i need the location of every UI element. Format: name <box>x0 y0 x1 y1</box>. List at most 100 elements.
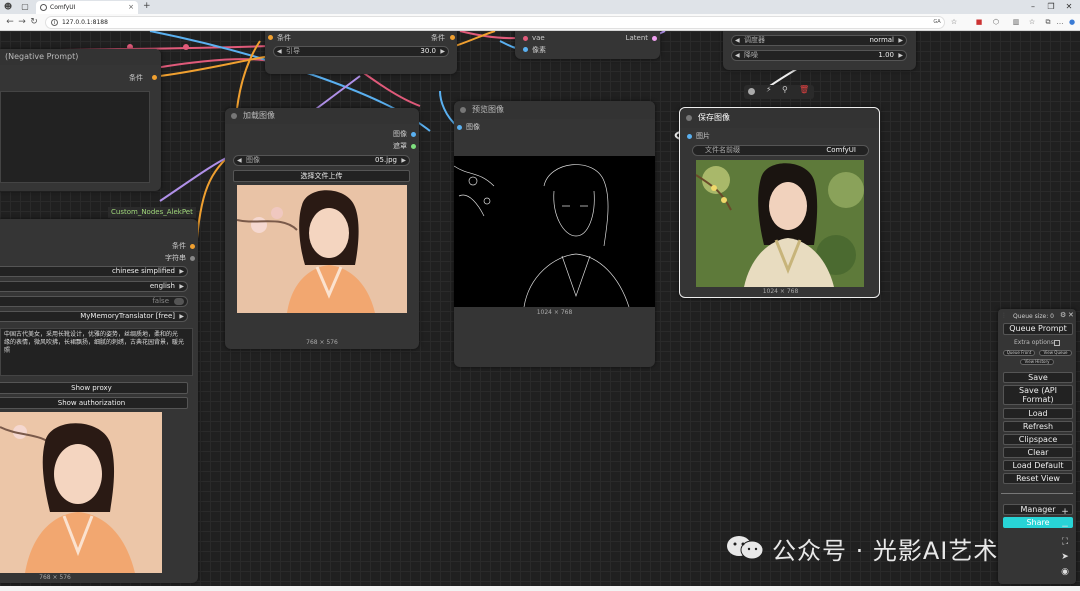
close-window-icon[interactable]: ✕ <box>1064 2 1074 11</box>
select-mode-icon[interactable]: ➤ <box>1058 550 1072 564</box>
guidance-widget[interactable]: ◀ 引导 30.0 ▶ <box>273 46 449 57</box>
save-image-node[interactable]: 保存图像 图片 文件名前缀 ComfyUI 1024 × 768 <box>679 107 880 298</box>
save-api-format-button[interactable]: Save (API Format) <box>1003 385 1073 405</box>
from-language-next-icon[interactable]: ▶ <box>179 267 184 276</box>
save-image-in-slot[interactable] <box>687 134 692 139</box>
load-default-button[interactable]: Load Default <box>1003 460 1073 471</box>
denoise-increment-icon[interactable]: ▶ <box>898 51 903 60</box>
queue-prompt-button[interactable]: Queue Prompt <box>1003 323 1073 335</box>
to-language-select[interactable]: english ▶ <box>0 281 188 292</box>
minimize-icon[interactable]: – <box>1028 2 1038 11</box>
back-icon[interactable]: ← <box>5 17 15 27</box>
toggle-widget[interactable]: false <box>0 296 188 307</box>
vae-input-slot[interactable] <box>523 36 528 41</box>
flux-guidance-output-slot[interactable] <box>450 35 455 40</box>
load-image-node[interactable]: 加载图像 图像 遮罩 ◀ 图像 05.jpg ▶ 选择文件上传 768 × 57… <box>225 108 419 349</box>
negative-prompt-textarea[interactable] <box>0 91 150 183</box>
tab-actions-icon[interactable]: ▢ <box>20 2 30 12</box>
preview-image-in-slot[interactable] <box>457 125 462 130</box>
vae-decode-node[interactable]: vae 像素 Latent <box>515 31 660 59</box>
negative-prompt-output-slot[interactable] <box>152 75 157 80</box>
more-menu-icon[interactable]: … <box>1055 17 1065 27</box>
guidance-increment-icon[interactable]: ▶ <box>440 47 445 56</box>
extension-icon[interactable]: ■ <box>974 17 984 27</box>
image-prev-icon[interactable]: ◀ <box>237 156 242 165</box>
translator-node[interactable]: 条件 字符串 chinese simplified ▶ english ▶ fa… <box>0 219 198 583</box>
fit-view-icon[interactable]: ⛶ <box>1058 535 1072 549</box>
negative-prompt-header[interactable]: (Negative Prompt) <box>0 49 161 65</box>
filename-prefix-widget[interactable]: 文件名前缀 ComfyUI <box>692 145 869 156</box>
view-queue-button[interactable]: View Queue <box>1039 350 1072 356</box>
favorites-icon[interactable]: ☆ <box>1027 17 1037 27</box>
tab-close-icon[interactable]: × <box>128 1 134 14</box>
maximize-icon[interactable]: ❐ <box>1046 2 1056 11</box>
workflow-canvas[interactable]: (Negative Prompt) 条件 条件 条件 ◀ 引导 30.0 ▶ v… <box>0 31 1080 586</box>
forward-icon[interactable]: → <box>17 17 27 27</box>
load-image-out-image-slot[interactable] <box>411 132 416 137</box>
split-screen-icon[interactable]: ▥ <box>1011 17 1021 27</box>
site-info-icon[interactable]: i <box>51 19 58 26</box>
url-input[interactable]: i 127.0.0.1:8188 <box>45 16 945 29</box>
scheduler-node[interactable]: ◀ 调度器 normal ▶ ◀ 降噪 1.00 ▶ <box>723 31 916 70</box>
load-image-header[interactable]: 加载图像 <box>225 108 419 124</box>
save-image-header[interactable]: 保存图像 <box>680 108 879 128</box>
denoise-decrement-icon[interactable]: ◀ <box>735 51 740 60</box>
group-label[interactable]: Custom_Nodes_AlekPet <box>108 207 196 218</box>
zoom-in-icon[interactable]: + <box>1058 505 1072 519</box>
from-language-select[interactable]: chinese simplified ▶ <box>0 266 188 277</box>
toggle-visibility-icon[interactable]: ◉ <box>1058 565 1072 579</box>
scheduler-next-icon[interactable]: ▶ <box>898 36 903 45</box>
latent-output-slot[interactable] <box>652 36 657 41</box>
preview-image-node[interactable]: 预览图像 图像 1024 × 768 <box>454 101 655 367</box>
queue-front-button[interactable]: Queue Front <box>1003 350 1035 356</box>
load-image-out-mask-slot[interactable] <box>411 144 416 149</box>
collections-icon[interactable]: ⧉ <box>1043 17 1053 27</box>
upload-button[interactable]: 选择文件上传 <box>233 170 410 182</box>
pin-icon[interactable]: ⚲ <box>782 85 788 94</box>
reset-view-button[interactable]: Reset View <box>1003 473 1073 484</box>
load-image-collapse-icon[interactable] <box>231 113 237 119</box>
clear-button[interactable]: Clear <box>1003 447 1073 458</box>
load-button[interactable]: Load <box>1003 408 1073 419</box>
translator-out-cond-slot[interactable] <box>190 244 195 249</box>
guidance-decrement-icon[interactable]: ◀ <box>277 47 282 56</box>
bypass-icon[interactable]: ⚡ <box>766 85 772 94</box>
reload-icon[interactable]: ↻ <box>29 17 39 27</box>
extra-options-checkbox[interactable] <box>1054 340 1060 346</box>
to-language-next-icon[interactable]: ▶ <box>179 282 184 291</box>
toggle-switch[interactable] <box>174 298 184 305</box>
new-tab-button[interactable]: + <box>143 1 151 11</box>
show-authorization-button[interactable]: Show authorization <box>0 397 188 409</box>
profile-icon[interactable]: ☻ <box>3 2 13 12</box>
scheduler-widget[interactable]: ◀ 调度器 normal ▶ <box>731 35 907 46</box>
settings-gear-icon[interactable]: ⚙ <box>1060 311 1066 319</box>
service-next-icon[interactable]: ▶ <box>179 312 184 321</box>
copilot-icon[interactable]: ● <box>1067 17 1077 27</box>
flux-guidance-input-slot[interactable] <box>268 35 273 40</box>
view-history-button[interactable]: View History <box>1020 359 1054 365</box>
save-image-collapse-icon[interactable] <box>686 115 692 121</box>
save-button[interactable]: Save <box>1003 372 1073 383</box>
drag-handle-icon[interactable]: ⋮ <box>1001 312 1007 319</box>
image-select-widget[interactable]: ◀ 图像 05.jpg ▶ <box>233 155 410 166</box>
delete-node-icon[interactable]: 🗑 <box>799 85 809 94</box>
translator-out-string-slot[interactable] <box>190 256 195 261</box>
preview-image-collapse-icon[interactable] <box>460 107 466 113</box>
show-proxy-button[interactable]: Show proxy <box>0 382 188 394</box>
negative-prompt-node[interactable]: (Negative Prompt) 条件 <box>0 49 161 191</box>
service-select[interactable]: MyMemoryTranslator [free] ▶ <box>0 311 188 322</box>
pixels-input-slot[interactable] <box>523 47 528 52</box>
zoom-out-icon[interactable]: − <box>1058 520 1072 534</box>
favorite-star-icon[interactable]: ☆ <box>949 17 959 27</box>
node-color-icon[interactable] <box>748 88 755 95</box>
denoise-widget[interactable]: ◀ 降噪 1.00 ▶ <box>731 50 907 61</box>
clipspace-button[interactable]: Clipspace <box>1003 434 1073 445</box>
zoom-badge[interactable]: GA <box>932 17 942 27</box>
preview-image-header[interactable]: 预览图像 <box>454 101 655 119</box>
close-panel-icon[interactable]: ✕ <box>1068 311 1074 319</box>
refresh-button[interactable]: Refresh <box>1003 421 1073 432</box>
browser-extensions-icon[interactable]: ⬡ <box>991 17 1001 27</box>
translator-textarea[interactable]: 中国古代美女，采用长靴设计，优雅的姿势，丝绸质地，柔和的光 缘的表情，微风吹拂，… <box>0 328 193 376</box>
tab-comfyui[interactable]: ComfyUI × <box>36 1 138 14</box>
flux-guidance-node[interactable]: 条件 条件 ◀ 引导 30.0 ▶ <box>265 31 457 74</box>
